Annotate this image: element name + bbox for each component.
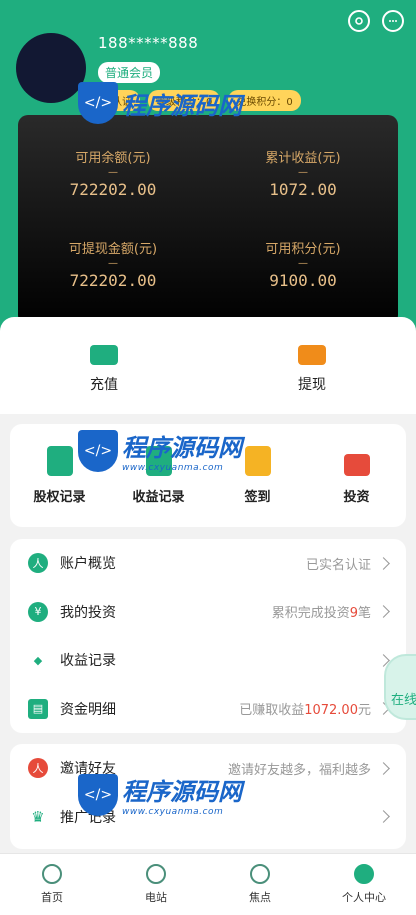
status-highlight: 1072.00 [304,703,358,719]
profile-header: 188*****888 普通会员 认证 等级积分：0 兑换积分：0 可用余额(元… [0,0,416,360]
list-item-income-records[interactable]: ◆ 收益记录 [10,636,406,685]
chevron-right-icon [377,810,390,824]
bottom-nav: 首页 电站 焦点 个人中心 [0,853,416,915]
status-suffix: 元 [357,703,371,719]
stat-available-balance: 可用余额(元) — 722202.00 [18,147,208,199]
exchange-points-badge: 兑换积分：0 [228,90,301,111]
chevron-right-icon [377,605,390,619]
stat-value: 722202.00 [69,180,157,199]
checkin-button[interactable]: 签到 [208,424,307,527]
stat-divider: — [108,258,118,269]
recharge-button[interactable]: 充值 [0,317,208,414]
nav-focus[interactable]: 焦点 [208,854,312,915]
stat-divider: — [298,167,308,178]
verify-badge: 认证 [98,90,140,111]
level-points-badge: 等级积分：0 [148,90,221,111]
wallet-card-icon [90,345,118,365]
badge-row: 认证 等级积分：0 兑换积分：0 [98,90,301,111]
stat-value: 1072.00 [269,180,337,199]
stat-label: 可用积分(元) [265,242,341,257]
withdraw-button[interactable]: 提现 [208,317,416,414]
withdraw-label: 提现 [298,377,326,393]
grid-label: 收益记录 [132,490,185,505]
avatar[interactable] [16,33,86,103]
wallet-icon [298,345,326,365]
grid-label: 投资 [343,490,370,505]
promotion-menu-list: 人 邀请好友 邀请好友越多，福利越多 ♛ 推广记录 [10,744,406,849]
yuan-coin-icon: ¥ [28,601,48,622]
list-item-promotion-records[interactable]: ♛ 推广记录 [10,793,406,842]
nav-home[interactable]: 首页 [0,854,104,915]
user-icon: 人 [28,553,48,574]
list-item-label: 资金明细 [60,701,116,718]
list-item-account-overview[interactable]: 人 账户概览 已实名认证 [10,539,406,588]
income-tag-icon: ◆ [28,650,48,671]
equity-records-button[interactable]: 股权记录 [10,424,109,527]
grid-label: 签到 [244,490,271,505]
crown-icon: ♛ [28,806,48,827]
home-icon [42,864,62,884]
account-menu-list: 人 账户概览 已实名认证 ¥ 我的投资 累积完成投资9笔 ◆ 收益记录 ▤ 资金… [10,539,406,733]
stat-label: 可用余额(元) [75,151,151,166]
action-panel: 充值 提现 [0,317,416,414]
settings-gear-icon[interactable] [348,10,370,32]
chevron-right-icon [377,761,390,775]
stat-value: 9100.00 [269,271,337,290]
list-item-invite-friends[interactable]: 人 邀请好友 邀请好友越多，福利越多 [10,744,406,793]
stat-available-points: 可用积分(元) — 9100.00 [208,238,398,290]
nav-label: 个人中心 [342,891,386,904]
list-item-fund-details[interactable]: ▤ 资金明细 已赚取收益1072.00元 [10,685,406,734]
list-item-label: 邀请好友 [60,761,116,778]
invest-button[interactable]: 投资 [307,424,406,527]
invite-user-icon: 人 [28,758,48,779]
list-item-label: 推广记录 [60,809,116,826]
list-item-status: 已赚取收益1072.00元 [239,699,371,718]
chart-calendar-icon [46,446,73,476]
ledger-icon: ▤ [28,698,48,719]
nav-profile[interactable]: 个人中心 [312,854,416,915]
message-chat-icon[interactable] [382,10,404,32]
chevron-right-icon [377,556,390,570]
stat-value: 722202.00 [69,271,157,290]
list-item-my-investment[interactable]: ¥ 我的投资 累积完成投资9笔 [10,588,406,637]
grid-label: 股权记录 [33,490,86,505]
power-station-icon [146,864,166,884]
status-suffix: 笔 [357,606,371,622]
status-prefix: 已赚取收益 [239,703,305,719]
list-item-status: 已实名认证 [305,557,371,573]
online-service-button[interactable]: 在线 [384,654,416,720]
focus-target-icon [250,864,270,884]
nav-power-station[interactable]: 电站 [104,854,208,915]
list-item-status: 邀请好友越多，福利越多 [227,762,371,778]
user-phone: 188*****888 [98,34,199,52]
nav-label: 首页 [41,891,63,904]
list-item-status: 累积完成投资9笔 [272,602,371,621]
status-highlight: 9 [349,606,358,622]
shortcut-grid: 股权记录 收益记录 签到 投资 [10,424,406,527]
stat-divider: — [108,167,118,178]
member-level-badge: 普通会员 [98,62,161,83]
profile-user-icon [354,864,374,884]
stat-divider: — [298,258,308,269]
stat-label: 累计收益(元) [265,151,341,166]
stat-withdrawable: 可提现金额(元) — 722202.00 [18,238,208,290]
income-records-button[interactable]: 收益记录 [109,424,208,527]
list-item-label: 账户概览 [60,556,116,573]
top-icons [348,10,404,32]
status-prefix: 累积完成投资 [271,606,350,622]
truck-icon [343,454,370,476]
nav-label: 电站 [145,891,167,904]
stat-label: 可提现金额(元) [68,242,158,257]
income-icon [145,446,172,476]
nav-label: 焦点 [249,891,271,904]
balance-card: 可用余额(元) — 722202.00 累计收益(元) — 1072.00 可提… [18,115,398,325]
list-item-label: 我的投资 [60,604,116,621]
checkin-calendar-icon [244,446,271,476]
recharge-label: 充值 [90,377,118,393]
stat-total-income: 累计收益(元) — 1072.00 [208,147,398,199]
list-item-label: 收益记录 [60,653,116,670]
